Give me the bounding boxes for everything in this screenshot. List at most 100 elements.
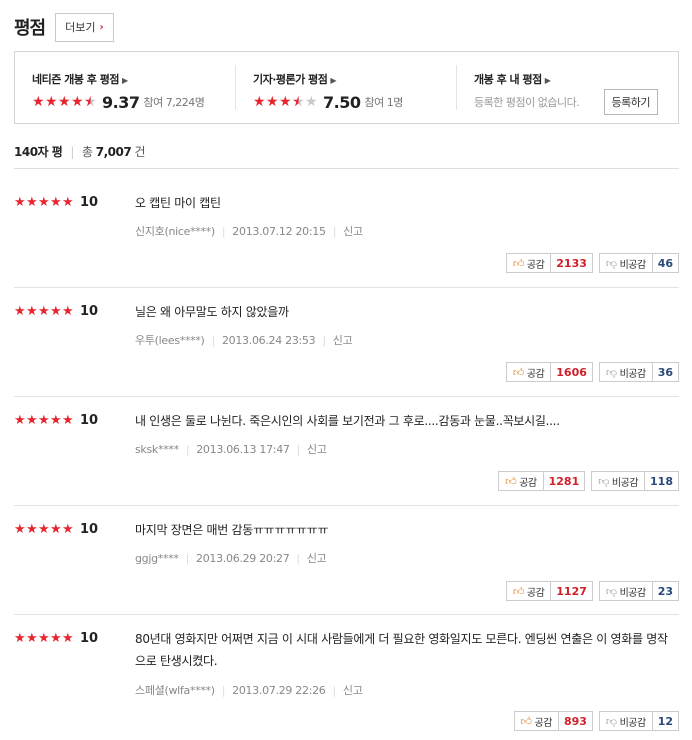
report-link[interactable]: 신고: [307, 441, 327, 457]
review-score: 10: [80, 304, 99, 319]
review-text: 마지막 장면은 매번 감동ㅠㅠㅠㅠㅠㅠㅠ: [135, 523, 329, 537]
dislike-count: 46: [652, 253, 679, 273]
my-rating: 개봉 후 내 평점 ▶ 등록한 평점이 없습니다. 등록하기: [456, 52, 678, 123]
like-button[interactable]: 👍︎ 공감: [513, 711, 559, 731]
like-button[interactable]: 👍︎ 공감: [505, 362, 552, 382]
review-author[interactable]: 신지호(nice****): [135, 223, 215, 239]
chevron-right-icon: ›: [99, 21, 104, 33]
dislike-count: 23: [652, 581, 679, 601]
thumbs-up-icon: 👍︎: [512, 585, 525, 598]
total-count: 7,007: [95, 145, 132, 159]
more-button-label: 더보기: [65, 21, 96, 34]
star-full-icon: ★: [50, 412, 62, 428]
dislike-count: 12: [652, 711, 679, 731]
divider: [14, 396, 679, 397]
dislike-label: 비공감: [619, 717, 647, 729]
star-rating: ★ ★ ★ ★ ★: [14, 630, 74, 646]
divider: |: [332, 683, 337, 697]
report-link[interactable]: 신고: [343, 223, 363, 239]
divider: [14, 614, 679, 615]
review-votes: 👍︎ 공감 2133 👎︎ 비공감 46: [505, 253, 679, 273]
review-score: 10: [80, 413, 99, 428]
like-button[interactable]: 👍︎ 공감: [505, 581, 552, 601]
netizen-participants: 참여 7,224명: [143, 96, 205, 109]
dislike-count: 36: [652, 362, 679, 382]
dislike-button[interactable]: 👎︎ 비공감: [598, 581, 653, 601]
review-date: 2013.07.12 20:15: [232, 224, 326, 238]
star-half-icon: ★: [84, 94, 97, 110]
star-full-icon: ★: [50, 521, 62, 537]
star-full-icon: ★: [50, 630, 62, 646]
star-full-icon: ★: [50, 303, 62, 319]
star-rating: ★ ★ ★ ★ ★: [14, 412, 74, 428]
star-full-icon: ★: [38, 303, 50, 319]
dislike-label: 비공감: [619, 587, 647, 599]
divider: |: [211, 333, 216, 347]
star-full-icon: ★: [62, 303, 74, 319]
more-button[interactable]: 더보기 ›: [55, 12, 114, 42]
dislike-button[interactable]: 👎︎ 비공감: [591, 471, 646, 491]
section-title: 평점: [14, 18, 46, 39]
star-full-icon: ★: [62, 521, 74, 537]
dislike-button[interactable]: 👎︎ 비공감: [598, 711, 653, 731]
divider: [14, 168, 679, 169]
thumbs-down-icon: 👎︎: [605, 366, 617, 379]
critic-participants: 참여 1명: [364, 96, 403, 109]
report-link[interactable]: 신고: [307, 550, 327, 566]
star-full-icon: ★: [14, 412, 26, 428]
section-header: 평점 더보기 ›: [14, 12, 114, 42]
like-label: 공감: [519, 477, 537, 489]
star-full-icon: ★: [14, 303, 26, 319]
thumbs-up-icon: 👍︎: [505, 475, 517, 488]
star-full-icon: ★: [279, 94, 292, 110]
divider: |: [221, 224, 226, 238]
dislike-button[interactable]: 👎︎ 비공감: [598, 362, 653, 382]
like-button[interactable]: 👍︎ 공감: [498, 471, 544, 491]
review-author[interactable]: ggjg****: [135, 552, 179, 565]
review-author[interactable]: 스페셜(wlfa****): [135, 682, 215, 698]
star-full-icon: ★: [38, 521, 50, 537]
star-rating: ★ ★ ★ ★ ★: [253, 95, 318, 109]
review-rating: ★ ★ ★ ★ ★ 10: [14, 304, 98, 319]
like-count: 1281: [543, 471, 586, 491]
star-rating: ★ ★ ★ ★ ★: [14, 303, 74, 319]
dislike-button[interactable]: 👎︎ 비공감: [598, 253, 653, 273]
star-full-icon: ★: [26, 630, 38, 646]
review-text: 오 캡틴 마이 캡틴: [135, 196, 221, 210]
review-score: 10: [80, 522, 99, 537]
review-date: 2013.06.29 20:27: [196, 551, 290, 565]
like-button[interactable]: 👍︎ 공감: [505, 253, 552, 273]
register-rating-button[interactable]: 등록하기: [603, 89, 658, 115]
review-rating: ★ ★ ★ ★ ★ 10: [14, 522, 98, 537]
divider: |: [185, 442, 190, 456]
like-count: 1127: [551, 581, 593, 601]
dislike-count: 118: [645, 471, 679, 491]
review-date: 2013.07.29 22:26: [232, 683, 326, 697]
like-count: 893: [558, 711, 593, 731]
divider: |: [296, 442, 301, 456]
my-rating-link[interactable]: 개봉 후 내 평점 ▶: [474, 71, 678, 87]
report-link[interactable]: 신고: [343, 682, 363, 698]
star-full-icon: ★: [26, 521, 38, 537]
review-meta: ggjg**** | 2013.06.29 20:27 | 신고: [135, 550, 327, 566]
star-full-icon: ★: [62, 412, 74, 428]
star-full-icon: ★: [50, 194, 62, 210]
dislike-label: 비공감: [619, 368, 647, 380]
star-rating: ★ ★ ★ ★ ★: [32, 95, 97, 109]
netizen-score: 9.37: [102, 92, 140, 112]
review-votes: 👍︎ 공감 1127 👎︎ 비공감 23: [505, 581, 679, 601]
review-rating: ★ ★ ★ ★ ★ 10: [14, 413, 98, 428]
netizen-rating-link[interactable]: 네티즌 개봉 후 평점 ▶: [32, 71, 235, 87]
report-link[interactable]: 신고: [333, 332, 353, 348]
star-full-icon: ★: [14, 521, 26, 537]
review-author[interactable]: 우투(lees****): [135, 332, 205, 348]
star-full-icon: ★: [58, 94, 71, 110]
star-half-icon: ★: [292, 94, 305, 110]
caret-right-icon: ▶: [121, 76, 128, 85]
star-rating: ★ ★ ★ ★ ★: [14, 194, 74, 210]
critic-rating-link[interactable]: 기자·평론가 평점 ▶: [253, 71, 456, 87]
thumbs-up-icon: 👍︎: [512, 366, 525, 379]
review-score: 10: [80, 631, 99, 646]
review-author[interactable]: sksk****: [135, 443, 179, 456]
divider: |: [185, 551, 190, 565]
